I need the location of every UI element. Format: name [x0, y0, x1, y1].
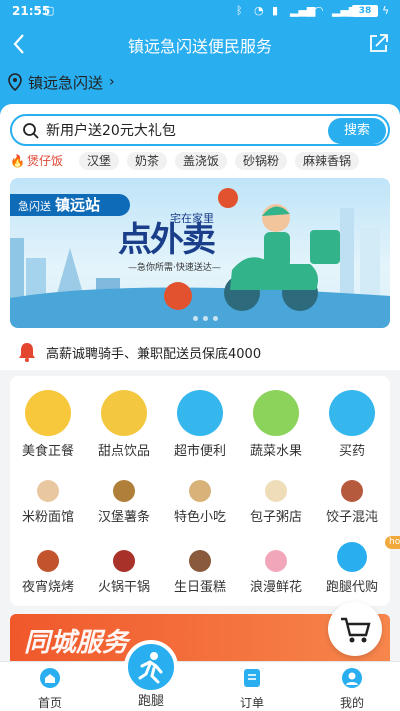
category-item[interactable]: 买药	[314, 390, 390, 459]
tag-item[interactable]: 🔥 煲仔饭	[10, 152, 71, 170]
search-card: 搜索 🔥 煲仔饭 汉堡 奶茶 盖浇饭 砂锅粉 麻辣香锅	[0, 104, 400, 334]
category-item[interactable]: 浪漫鲜花	[238, 550, 314, 595]
basket-icon	[177, 390, 223, 436]
banner-slogan: —急你所需·快速送达—	[128, 263, 221, 273]
location-pin-icon	[8, 73, 22, 91]
fruit-icon	[253, 390, 299, 436]
category-item[interactable]: 饺子混沌	[314, 480, 390, 525]
tag-item[interactable]: 盖浇饭	[175, 152, 228, 170]
vibrate-icon: ▮	[272, 4, 279, 17]
hot-badge: hot	[385, 536, 400, 549]
cart-button[interactable]	[328, 602, 382, 656]
banner-headline: 点外卖	[118, 220, 216, 260]
wifi-icon: ◠	[314, 4, 324, 17]
bluetooth-icon: ᛒ	[236, 4, 243, 17]
category-item[interactable]: 美食正餐	[10, 390, 86, 459]
home-icon	[40, 668, 60, 688]
promo-banner[interactable]: 急闪送 镇远站 宅在家里 点外卖 —急你所需·快速送达—	[10, 178, 390, 328]
category-item[interactable]: 汉堡薯条	[86, 480, 162, 525]
search-icon	[23, 123, 39, 139]
food-icon	[25, 390, 71, 436]
category-item[interactable]: 米粉面馆	[10, 480, 86, 525]
hotpot-icon	[113, 550, 135, 572]
category-item[interactable]: 夜宵烧烤	[10, 550, 86, 595]
title-bar: 镇远急闪送便民服务	[0, 26, 400, 62]
search-bar: 搜索	[10, 114, 390, 146]
hot-tags: 🔥 煲仔饭 汉堡 奶茶 盖浇饭 砂锅粉 麻辣香锅	[10, 152, 360, 170]
promo-title: 同城服务	[24, 628, 129, 658]
dessert-icon	[101, 390, 147, 436]
cart-icon	[341, 617, 371, 643]
battery-icon: 38	[352, 5, 378, 17]
category-grid: 美食正餐 甜点饮品 超市便利 蔬菜水果 买药 米粉面馆 汉堡薯条 特色小吃 包子…	[10, 376, 400, 606]
orders-icon	[244, 669, 260, 687]
tab-mine[interactable]: 我的	[312, 662, 392, 711]
tab-orders[interactable]: 订单	[212, 662, 292, 711]
alarm-icon: ◔	[254, 4, 264, 17]
status-bar: 21:55 ▢ ᛒ ◔ ▮ ▂▄▆ ◠ ▂▄▆ 38 ϟ	[0, 0, 400, 24]
category-item[interactable]: 包子粥店	[238, 480, 314, 525]
banner-brand: 急闪送 镇远站	[10, 194, 130, 216]
notification-icon: ▢	[44, 4, 55, 17]
tab-home[interactable]: 首页	[10, 662, 90, 711]
category-item[interactable]: 甜点饮品	[86, 390, 162, 459]
location-label: 镇远急闪送	[28, 73, 104, 92]
category-item[interactable]: 蔬菜水果	[238, 390, 314, 459]
profile-icon	[342, 668, 362, 688]
category-item[interactable]: 特色小吃	[162, 480, 238, 525]
search-input[interactable]	[46, 120, 326, 142]
bbq-icon	[37, 550, 59, 572]
noodle-icon	[37, 480, 59, 502]
notice-bar[interactable]: 高薪诚聘骑手、兼职配送员保底4000	[0, 334, 400, 370]
tag-item[interactable]: 麻辣香锅	[295, 152, 360, 170]
charging-icon: ϟ	[382, 4, 390, 17]
category-item[interactable]: 火锅干锅	[86, 550, 162, 595]
snack-icon	[189, 480, 211, 502]
flower-icon	[265, 550, 287, 572]
tag-item[interactable]: 奶茶	[126, 152, 167, 170]
bottom-tab-bar: 首页 跑腿 订单 我的	[0, 640, 400, 711]
page-title: 镇远急闪送便民服务	[127, 37, 272, 56]
carousel-dots	[193, 316, 218, 321]
share-icon[interactable]	[368, 32, 390, 54]
bun-icon	[265, 480, 287, 502]
medicine-icon	[329, 390, 375, 436]
search-button[interactable]: 搜索	[328, 118, 386, 144]
category-item[interactable]: 生日蛋糕	[162, 550, 238, 595]
burger-icon	[113, 480, 135, 502]
tag-item[interactable]: 汉堡	[78, 152, 119, 170]
chevron-right-icon: ›	[109, 74, 115, 90]
cake-icon	[189, 550, 211, 572]
tag-item[interactable]: 砂锅粉	[235, 152, 288, 170]
dumpling-icon	[341, 480, 363, 502]
signal-icon: ▂▄▆	[290, 4, 316, 17]
category-item[interactable]: hot 跑腿代购	[314, 536, 400, 595]
bell-icon	[19, 343, 35, 362]
notice-text: 高薪诚聘骑手、兼职配送员保底4000	[46, 346, 262, 362]
category-item[interactable]: 超市便利	[162, 390, 238, 459]
tab-errand-button[interactable]	[124, 640, 178, 694]
errand-icon: hot	[337, 536, 400, 572]
tab-errand-label: 跑腿	[137, 694, 164, 709]
runner-icon	[138, 652, 163, 684]
flame-icon: 🔥	[10, 154, 25, 168]
location-selector[interactable]: 镇远急闪送 ›	[8, 70, 115, 94]
